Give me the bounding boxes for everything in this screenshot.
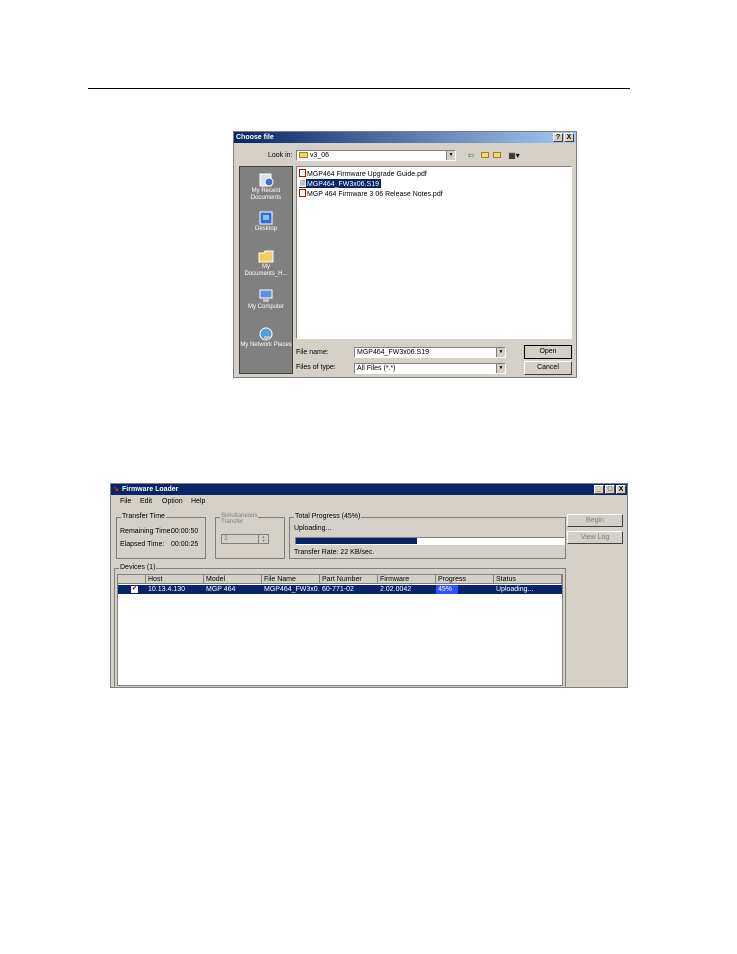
remaining-time-value: 00:00:50 xyxy=(171,528,199,535)
file-item[interactable]: MGP464 Firmware Upgrade Guide.pdf xyxy=(299,169,429,178)
my-documents-icon xyxy=(258,250,274,263)
place-recent-documents[interactable]: My Recent Documents xyxy=(240,173,292,202)
menu-file[interactable]: File xyxy=(120,497,131,507)
minimize-button[interactable]: _ xyxy=(594,485,604,494)
fw-title: Firmware Loader xyxy=(122,486,179,493)
column-header-host[interactable]: Host xyxy=(146,575,204,584)
transfer-time-legend: Transfer Time xyxy=(121,513,166,521)
file-list[interactable]: MGP464 Firmware Upgrade Guide.pdf MGP464… xyxy=(296,166,572,339)
place-desktop[interactable]: Desktop xyxy=(240,211,292,233)
row-checkbox[interactable]: ✔ xyxy=(131,586,138,593)
elapsed-time-label: Elapsed Time: xyxy=(120,541,165,548)
file-icon xyxy=(299,179,306,187)
place-my-documents[interactable]: My Documents_H... xyxy=(240,249,292,278)
cell-firmware: 2.02.0042 xyxy=(380,586,412,593)
simultaneous-legend: Simultaneous Transfer xyxy=(220,513,259,525)
cell-progress: 45% xyxy=(436,585,458,594)
look-in-value: v3_06 xyxy=(310,152,330,159)
view-menu-icon[interactable]: ▦▾ xyxy=(506,151,522,160)
my-computer-icon xyxy=(259,289,273,302)
spinner-arrows-icon[interactable]: ▲ ▼ xyxy=(258,535,268,543)
menu-option[interactable]: Option xyxy=(162,497,183,507)
column-header-firmware[interactable]: Firmware xyxy=(378,575,436,584)
network-places-icon xyxy=(259,327,273,341)
pdf-icon xyxy=(299,169,306,177)
column-header-model[interactable]: Model xyxy=(204,575,262,584)
column-header-part-number[interactable]: Part Number xyxy=(320,575,378,584)
cell-model: MGP 464 xyxy=(206,586,236,593)
file-name-input[interactable]: MGP464_FW3x06.S19 ▼ xyxy=(354,347,506,358)
cell-host: 10.13.4.130 xyxy=(148,586,185,593)
close-button[interactable]: X xyxy=(564,133,574,142)
elapsed-time-value: 00:00:25 xyxy=(171,541,199,548)
choose-file-dialog: Choose file ? X Look in: v3_06 ▼ ⇦ ▦▾ My… xyxy=(233,131,577,378)
devices-legend: Devices (1) xyxy=(119,564,157,572)
back-arrow-icon[interactable]: ⇦ xyxy=(466,151,476,160)
app-icon: ↘ xyxy=(113,486,119,493)
table-row[interactable]: ✔ 10.13.4.130 MGP 464 MGP464_FW3x0... 60… xyxy=(118,585,562,594)
column-header-progress[interactable]: Progress xyxy=(436,575,494,584)
pdf-icon xyxy=(299,189,306,197)
view-log-button[interactable]: View Log xyxy=(567,531,623,544)
menu-edit[interactable]: Edit xyxy=(140,497,152,507)
file-type-select[interactable]: All Files (*.*) ▼ xyxy=(354,363,506,374)
new-folder-icon[interactable] xyxy=(492,151,502,160)
file-item-selected[interactable]: MGP464_FW3x06.S19 xyxy=(299,179,381,188)
desktop-icon xyxy=(259,211,273,225)
column-header-status[interactable]: Status xyxy=(494,575,562,584)
file-type-label: Files of type: xyxy=(296,364,336,371)
chevron-down-icon[interactable]: ▼ xyxy=(496,364,505,373)
place-my-computer[interactable]: My Computer xyxy=(240,289,292,311)
begin-button[interactable]: Begin xyxy=(567,514,623,527)
total-progress-group: Total Progress (45%) Uploading... Transf… xyxy=(289,513,566,559)
cell-part-number: 60-771-02 xyxy=(322,586,354,593)
remaining-time-label: Remaining Time: xyxy=(120,528,173,535)
cancel-button[interactable]: Cancel xyxy=(524,361,572,375)
file-item[interactable]: MGP 464 Firmware 3 06 Release Notes.pdf xyxy=(299,189,445,198)
firmware-loader-window: ↘ Firmware Loader _ □ X File Edit Option… xyxy=(110,483,628,688)
page-rule xyxy=(88,88,630,89)
look-in-combo[interactable]: v3_06 ▼ xyxy=(296,150,456,161)
upload-status: Uploading... xyxy=(294,525,332,532)
up-folder-icon[interactable] xyxy=(480,151,490,160)
place-network-places[interactable]: My Network Places xyxy=(240,327,292,349)
dialog-title: Choose file xyxy=(236,134,274,141)
progress-fill xyxy=(296,538,417,544)
column-header-check[interactable] xyxy=(118,575,146,584)
cell-status: Uploading... xyxy=(496,586,534,593)
total-progress-legend: Total Progress (45%) xyxy=(294,513,362,521)
fw-titlebar: ↘ Firmware Loader _ □ X xyxy=(111,484,627,495)
devices-table[interactable]: Host Model File Name Part Number Firmwar… xyxy=(117,574,563,686)
column-header-file-name[interactable]: File Name xyxy=(262,575,320,584)
transfer-time-group: Transfer Time Remaining Time: 00:00:50 E… xyxy=(116,513,206,559)
recent-documents-icon xyxy=(259,173,274,187)
simultaneous-transfer-group: Simultaneous Transfer 1 ▲ ▼ xyxy=(215,513,285,559)
cell-file-name: MGP464_FW3x0... xyxy=(264,586,320,593)
open-button[interactable]: Open xyxy=(524,345,572,359)
help-button[interactable]: ? xyxy=(553,133,563,142)
total-progress-bar xyxy=(295,537,565,545)
chevron-down-icon[interactable]: ▼ xyxy=(496,348,505,357)
close-button[interactable]: X xyxy=(616,485,626,494)
folder-icon xyxy=(299,152,308,158)
menu-help[interactable]: Help xyxy=(191,497,205,507)
places-bar: My Recent Documents Desktop My Documents… xyxy=(239,166,293,374)
maximize-button[interactable]: □ xyxy=(605,485,615,494)
file-name-label: File name: xyxy=(296,349,329,356)
dialog-titlebar: Choose file ? X xyxy=(234,132,576,143)
transfer-rate: Transfer Rate: 22 KB/sec. xyxy=(294,549,375,556)
simultaneous-stepper[interactable]: 1 ▲ ▼ xyxy=(221,534,269,544)
chevron-down-icon[interactable]: ▼ xyxy=(446,151,455,160)
look-in-label: Look in: xyxy=(268,152,293,159)
